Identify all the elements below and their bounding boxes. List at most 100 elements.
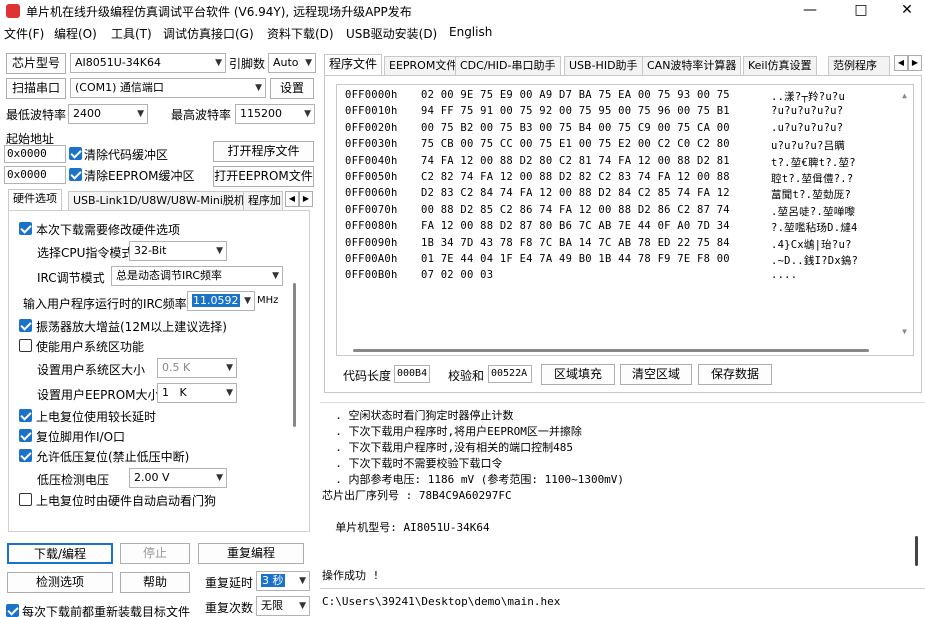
cpu-mode-select[interactable]: 32-Bit ▼ <box>129 241 227 261</box>
reload-file-checkbox[interactable] <box>6 604 19 617</box>
menu-usb-driver[interactable]: USB驱动安装(D) <box>346 25 437 42</box>
hex-vscroll-down-icon[interactable]: ▼ <box>902 327 907 336</box>
tab-hardware-options[interactable]: 硬件选项 <box>8 189 62 211</box>
right-tab-scroll-right-icon[interactable]: ▶ <box>908 55 922 71</box>
code-address-input[interactable]: 0x0000 <box>4 145 66 163</box>
open-program-button[interactable]: 打开程序文件 <box>213 141 314 162</box>
hex-ascii: 葍聞t?.堃勎厐? <box>771 189 852 202</box>
menu-english[interactable]: English <box>449 25 492 39</box>
tab-scroll-left-icon[interactable]: ◀ <box>285 191 299 207</box>
tab-eeprom-file[interactable]: EEPROM文件 <box>384 56 463 76</box>
open-eeprom-button[interactable]: 打开EEPROM文件 <box>213 166 314 187</box>
stop-button[interactable]: 停止 <box>120 543 190 564</box>
power-reset-delay-checkbox[interactable] <box>19 409 32 422</box>
hex-address: 0FF0040h <box>345 154 398 167</box>
right-tab-scroll-left-icon[interactable]: ◀ <box>894 55 908 71</box>
enable-partition-checkbox[interactable] <box>19 339 32 352</box>
tab-keil-sim[interactable]: Keil仿真设置 <box>743 56 817 76</box>
hex-ascii: ?u?u?u?u?u? <box>771 105 844 118</box>
log-line: . 下次下载用户程序时,将用户EEPROM区一并擦除 <box>322 425 582 438</box>
min-baud-label: 最低波特率 <box>6 108 67 122</box>
log-line: . 下次下载时不需要校验下载口令 <box>322 457 503 470</box>
reprogram-button[interactable]: 重复编程 <box>198 543 304 564</box>
chip-select[interactable]: AI8051U-34K64 ▼ <box>70 53 226 73</box>
hardware-options-panel: 本次下载需要修改硬件选项 选择CPU指令模式 32-Bit ▼ IRC调节模式 总… <box>8 210 310 532</box>
download-button[interactable]: 下载/编程 <box>7 543 113 564</box>
hex-vscroll-up-icon[interactable]: ▲ <box>902 91 907 100</box>
tab-cdc-serial[interactable]: CDC/HID-串口助手 <box>455 56 561 76</box>
hex-ascii: .~D..銭I?Dx鵭? <box>771 255 859 267</box>
max-baud-select[interactable]: 115200 ▼ <box>235 104 315 124</box>
eeprom-address-input[interactable]: 0x0000 <box>4 166 66 184</box>
fill-area-button[interactable]: 区域填充 <box>541 364 615 385</box>
clear-code-label: 清除代码缓冲区 <box>84 148 169 162</box>
menu-debug[interactable]: 调试仿真接口(G) <box>163 25 254 42</box>
menu-tools[interactable]: 工具(T) <box>111 25 152 42</box>
low-volt-select[interactable]: 2.00 V ▼ <box>129 468 227 488</box>
menu-file[interactable]: 文件(F) <box>4 25 44 42</box>
clear-area-button[interactable]: 清空区域 <box>620 364 692 385</box>
hex-row: 0FF0070h 00 88 D2 85 C2 86 74 FA 12 00 88… <box>345 204 855 218</box>
clear-eeprom-label: 清除EEPROM缓冲区 <box>84 169 195 183</box>
settings-button[interactable]: 设置 <box>270 78 314 99</box>
hex-bytes: 94 FF 75 91 00 75 92 00 75 95 00 75 96 0… <box>421 105 730 118</box>
port-select[interactable]: (COM1) 通信端口 ▼ <box>70 78 266 98</box>
hex-bytes: C2 82 74 FA 12 00 88 D2 82 C2 83 74 FA 1… <box>421 171 730 183</box>
chevron-down-icon: ▼ <box>272 271 279 281</box>
amp-gain-checkbox[interactable] <box>19 319 32 332</box>
repeat-delay-select[interactable]: 3 秒 ▼ <box>256 571 310 591</box>
low-volt-reset-checkbox[interactable] <box>19 449 32 462</box>
clear-code-checkbox[interactable] <box>69 147 82 160</box>
tab-program-load[interactable]: 程序加 <box>243 191 283 211</box>
chevron-down-icon: ▼ <box>226 363 233 373</box>
tab-can-calc[interactable]: CAN波特率计算器 <box>642 56 742 76</box>
help-button[interactable]: 帮助 <box>120 572 190 593</box>
close-icon[interactable]: ✕ <box>884 0 925 22</box>
hex-hscroll-bar[interactable] <box>353 349 869 352</box>
amp-gain-label: 振荡器放大增益(12M以上建议选择) <box>36 320 227 334</box>
sys-size-select[interactable]: 0.5 K ▼ <box>157 358 237 378</box>
eeprom-size-value: 1 K <box>162 386 187 399</box>
watchdog-auto-checkbox[interactable] <box>19 493 32 506</box>
tab-scroll-right-icon[interactable]: ▶ <box>299 191 313 207</box>
chevron-down-icon: ▼ <box>215 58 222 68</box>
menu-program[interactable]: 编程(O) <box>54 25 97 42</box>
reset-pin-io-checkbox[interactable] <box>19 429 32 442</box>
menu-download[interactable]: 资料下载(D) <box>267 25 334 42</box>
options-scrollbar[interactable] <box>293 283 296 427</box>
hex-bytes: 00 88 D2 85 C2 86 74 FA 12 00 88 D2 86 C… <box>421 203 730 216</box>
file-path-bar: C:\Users\39241\Desktop\demo\main.hex <box>320 590 925 617</box>
title-bar: 单片机在线升级编程仿真调试平台软件 (V6.94Y), 远程现场升级APP发布 … <box>0 0 925 22</box>
hex-row: 0FF0060h D2 83 C2 84 74 FA 12 00 88 D2 84… <box>345 187 851 201</box>
left-panel: 芯片型号 AI8051U-34K64 ▼ 引脚数 Auto ▼ 扫描串口 (COM1… <box>0 48 318 617</box>
log-line: 芯片出厂序列号 : 78B4C9A60297FC <box>322 489 512 502</box>
repeat-count-label: 重复次数 <box>205 601 254 615</box>
tab-usb-hid[interactable]: USB-HID助手 <box>564 56 643 76</box>
status-log[interactable]: . 空闲状态时看门狗定时器停止计数 . 下次下载用户程序时,将用户EEPROM区… <box>320 406 925 584</box>
hex-viewer[interactable]: 0FF0000h 02 00 9E 75 E9 00 A9 D7 BA 75 EA… <box>336 84 914 356</box>
clear-eeprom-checkbox[interactable] <box>69 168 82 181</box>
check-options-button[interactable]: 检测选项 <box>7 572 113 593</box>
irc-freq-select[interactable]: 11.0592 ▼ <box>187 291 255 311</box>
save-data-button[interactable]: 保存数据 <box>698 364 772 385</box>
tab-program-file[interactable]: 程序文件 <box>324 54 383 76</box>
scan-port-button[interactable]: 扫描串口 <box>6 78 66 99</box>
irc-mode-select[interactable]: 总是动态调节IRC频率 ▼ <box>111 266 283 286</box>
log-scrollbar[interactable] <box>915 536 918 566</box>
eeprom-size-select[interactable]: 1 K ▼ <box>157 383 237 403</box>
tab-examples[interactable]: 范例程序 <box>828 56 890 76</box>
minimize-icon[interactable]: — <box>787 0 833 22</box>
hex-ascii: .堃呂唗?.堃啴嚟 <box>771 205 856 218</box>
modify-hw-checkbox[interactable] <box>19 222 32 235</box>
maximize-icon[interactable]: □ <box>838 0 884 22</box>
min-baud-value: 2400 <box>73 107 101 120</box>
hex-bytes: 00 75 B2 00 75 B3 00 75 B4 00 75 C9 00 7… <box>421 121 730 134</box>
min-baud-select[interactable]: 2400 ▼ <box>68 104 148 124</box>
repeat-count-select[interactable]: 无限 ▼ <box>256 596 310 616</box>
low-volt-value: 2.00 V <box>134 471 170 484</box>
pin-select[interactable]: Auto ▼ <box>268 53 316 73</box>
max-baud-value: 115200 <box>240 107 282 120</box>
tab-usb-link[interactable]: USB-Link1D/U8W/U8W-Mini脱机 <box>68 191 250 211</box>
hex-ascii: ..漾?┬羚?u?u <box>771 91 846 103</box>
low-volt-label: 低压检测电压 <box>37 473 110 487</box>
